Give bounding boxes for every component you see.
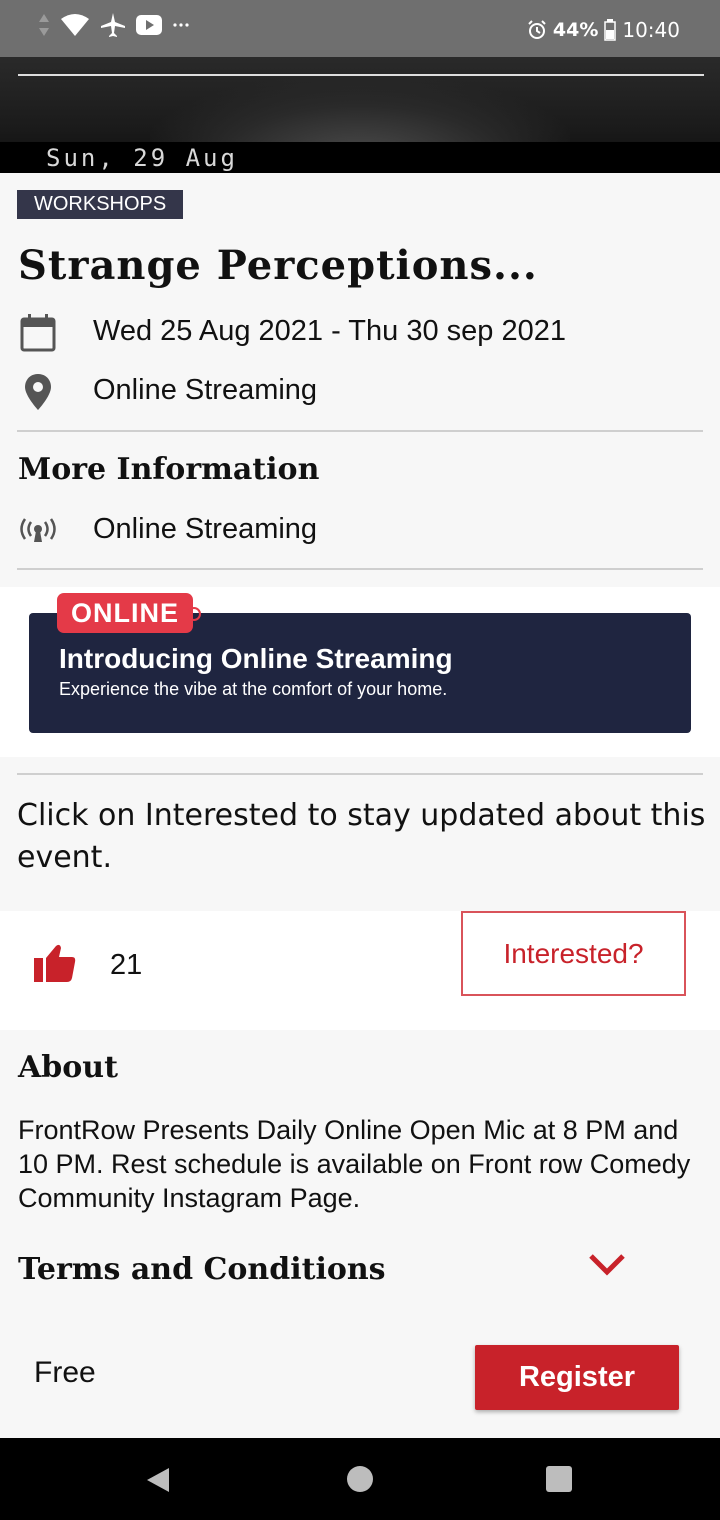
interest-section: 21 Interested?	[0, 911, 720, 1030]
battery-percent: 44%	[552, 19, 599, 41]
broadcast-icon	[18, 511, 58, 551]
ticket-price: Free	[34, 1356, 96, 1389]
event-date-range: Wed 25 Aug 2021 - Thu 30 sep 2021	[93, 315, 566, 347]
section-divider	[17, 773, 703, 775]
home-icon[interactable]	[347, 1466, 373, 1492]
interested-button[interactable]: Interested?	[461, 911, 686, 996]
streaming-row: Online Streaming	[18, 511, 317, 551]
status-bar: 44% 10:40	[0, 0, 720, 57]
chevron-down-icon[interactable]	[588, 1253, 626, 1281]
battery-icon	[604, 19, 617, 41]
hero-divider-line	[18, 74, 704, 76]
interest-count: 21	[110, 949, 143, 981]
event-location: Online Streaming	[93, 374, 318, 406]
back-icon[interactable]	[145, 1466, 171, 1494]
hero-date-text: Sun, 29 Aug	[46, 144, 238, 172]
data-arrows-icon	[39, 14, 49, 36]
wifi-icon	[61, 14, 89, 36]
about-text: FrontRow Presents Daily Online Open Mic …	[18, 1115, 691, 1213]
live-dot-icon	[187, 607, 201, 621]
alarm-icon	[528, 20, 546, 39]
online-banner-section: ONLINE Introducing Online Streaming Expe…	[0, 587, 720, 757]
streaming-info: Online Streaming	[93, 513, 318, 545]
category-tag: WORKSHOPS	[17, 190, 184, 219]
section-divider	[17, 430, 703, 432]
recent-apps-icon[interactable]	[546, 1466, 572, 1492]
calendar-icon	[18, 313, 58, 353]
event-hero-image: Sun, 29 Aug	[0, 57, 720, 173]
status-icons-right: 44% 10:40	[527, 18, 680, 42]
about-heading: About	[18, 1050, 118, 1085]
terms-heading[interactable]: Terms and Conditions	[18, 1252, 386, 1287]
status-icons-left	[38, 12, 190, 38]
register-button[interactable]: Register	[475, 1345, 679, 1410]
location-row: Online Streaming	[18, 372, 317, 412]
youtube-icon	[136, 15, 162, 35]
clock: 10:40	[622, 18, 680, 42]
location-pin-icon	[18, 372, 58, 412]
airplane-icon	[101, 13, 125, 37]
system-nav-bar	[0, 1438, 720, 1520]
more-icon	[173, 23, 189, 27]
banner-title: Introducing Online Streaming	[59, 643, 453, 674]
date-row: Wed 25 Aug 2021 - Thu 30 sep 2021	[18, 313, 566, 353]
event-title: Strange Perceptions...	[18, 242, 538, 289]
interest-notice: Click on Interested to stay updated abou…	[17, 798, 706, 875]
banner-subtitle: Experience the vibe at the comfort of yo…	[59, 679, 448, 699]
online-badge: ONLINE	[57, 593, 194, 633]
more-info-heading: More Information	[18, 452, 320, 487]
thumbs-up-icon[interactable]	[34, 944, 76, 986]
section-divider	[17, 568, 703, 570]
online-streaming-banner[interactable]: ONLINE Introducing Online Streaming Expe…	[29, 593, 691, 733]
